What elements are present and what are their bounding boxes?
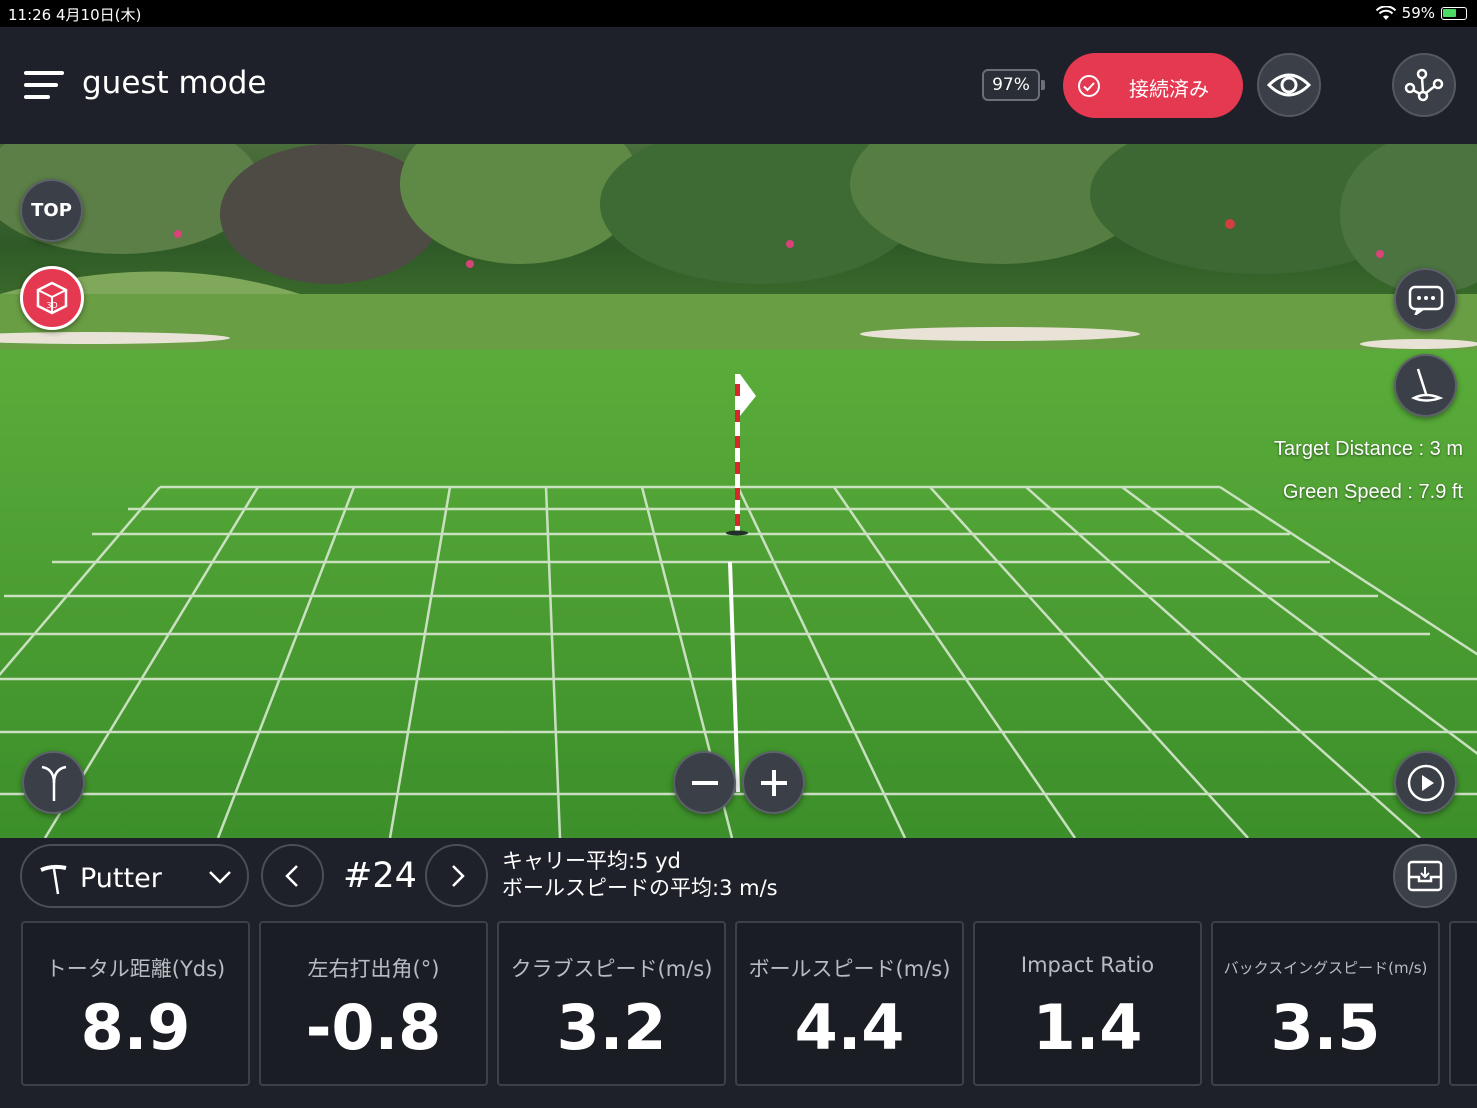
route-icon	[1404, 68, 1444, 102]
zoom-out-icon	[691, 780, 718, 785]
chevron-left-icon	[284, 864, 298, 887]
check-circle-icon	[1078, 75, 1100, 97]
top-view-label: TOP	[31, 200, 72, 221]
page-title: guest mode	[82, 65, 267, 101]
metric-value: 3.5	[1270, 991, 1381, 1064]
club-selector[interactable]: Putter	[20, 844, 249, 908]
save-tray-icon	[1407, 860, 1443, 892]
metric-value: 3.2	[556, 991, 667, 1064]
chat-icon	[1408, 285, 1443, 315]
zoom-in-button[interactable]	[742, 751, 805, 814]
metric-value: -0.8	[305, 991, 442, 1064]
ball-speed-average: ボールスピードの平均:3 m/s	[502, 876, 778, 900]
status-right: 59%	[1375, 4, 1467, 22]
battery-percent: 59%	[1401, 4, 1435, 22]
metric-label: クラブスピード(m/s)	[510, 957, 713, 981]
next-shot-button[interactable]	[425, 844, 488, 907]
metric-card-impact-ratio: Impact Ratio 1.4	[973, 921, 1202, 1086]
prev-shot-button[interactable]	[261, 844, 324, 907]
chat-button[interactable]	[1394, 268, 1457, 331]
metric-value: 4.4	[794, 991, 905, 1064]
metric-value: 1.4	[1032, 991, 1143, 1064]
green-speed-label: Green Speed : 7.9 ft	[1282, 481, 1463, 503]
app-root: 11:26 4月10日(木) 59% guest mode 97% 接続済み T…	[0, 0, 1477, 1108]
metric-card-next-partial[interactable]	[1449, 921, 1477, 1086]
battery-icon	[1441, 6, 1467, 20]
route-button[interactable]	[1392, 53, 1456, 117]
trajectory-button[interactable]	[22, 751, 85, 814]
metric-label: バックスイングスピード(m/s)	[1223, 959, 1428, 977]
app-header: guest mode 97% 接続済み	[0, 27, 1477, 144]
chevron-down-icon	[209, 871, 231, 884]
zoom-in-icon	[760, 769, 787, 796]
metric-card-total-distance: トータル距離(Yds) 8.9	[21, 921, 250, 1086]
metric-card-launch-direction: 左右打出角(°) -0.8	[259, 921, 488, 1086]
cube-3d-icon: 3D	[36, 281, 68, 315]
view-3d-button[interactable]: 3D	[20, 266, 84, 330]
club-view-button[interactable]	[1394, 354, 1457, 417]
menu-icon[interactable]	[20, 67, 64, 103]
wifi-icon	[1375, 5, 1396, 20]
top-view-button[interactable]: TOP	[20, 179, 83, 242]
putter-club-icon	[40, 864, 67, 895]
carry-average: キャリー平均:5 yd	[502, 849, 681, 873]
status-time: 11:26 4月10日(木)	[8, 6, 142, 24]
target-distance-label: Target Distance : 3 m	[1274, 438, 1463, 460]
metric-label: トータル距離(Yds)	[45, 957, 226, 981]
shot-control-bar: Putter #24 キャリー平均:5 yd ボールスピードの平均:3 m/s	[0, 838, 1477, 1108]
connection-label: 接続済み	[1129, 77, 1209, 101]
chevron-right-icon	[451, 864, 465, 887]
metric-label: 左右打出角(°)	[307, 957, 440, 981]
shot-number: #24	[343, 856, 417, 896]
eye-icon	[1267, 73, 1311, 97]
scene-background	[0, 144, 1477, 838]
putter-icon	[1410, 368, 1443, 402]
play-icon	[1407, 764, 1444, 801]
metric-card-club-speed: クラブスピード(m/s) 3.2	[497, 921, 726, 1086]
metric-value: 8.9	[80, 991, 191, 1064]
metric-card-backswing-speed: バックスイングスピード(m/s) 3.5	[1211, 921, 1440, 1086]
save-shot-button[interactable]	[1393, 844, 1457, 908]
view-toggle-button[interactable]	[1257, 53, 1321, 117]
status-bar: 11:26 4月10日(木) 59%	[0, 0, 1477, 27]
metric-label: Impact Ratio	[1020, 953, 1155, 977]
view-3d-label: 3D	[46, 301, 57, 310]
zoom-out-button[interactable]	[673, 751, 736, 814]
connection-status-button[interactable]: 接続済み	[1063, 53, 1243, 118]
averages-panel: キャリー平均:5 yd ボールスピードの平均:3 m/s	[502, 848, 778, 902]
club-label: Putter	[80, 863, 162, 894]
metric-card-ball-speed: ボールスピード(m/s) 4.4	[735, 921, 964, 1086]
replay-button[interactable]	[1394, 751, 1457, 814]
metric-label: ボールスピード(m/s)	[748, 957, 951, 981]
device-battery-badge: 97%	[982, 69, 1045, 101]
trajectory-icon	[41, 765, 66, 801]
putting-green-scene[interactable]: TOP 3D Target Distance : 3 m Green Speed…	[0, 144, 1477, 838]
